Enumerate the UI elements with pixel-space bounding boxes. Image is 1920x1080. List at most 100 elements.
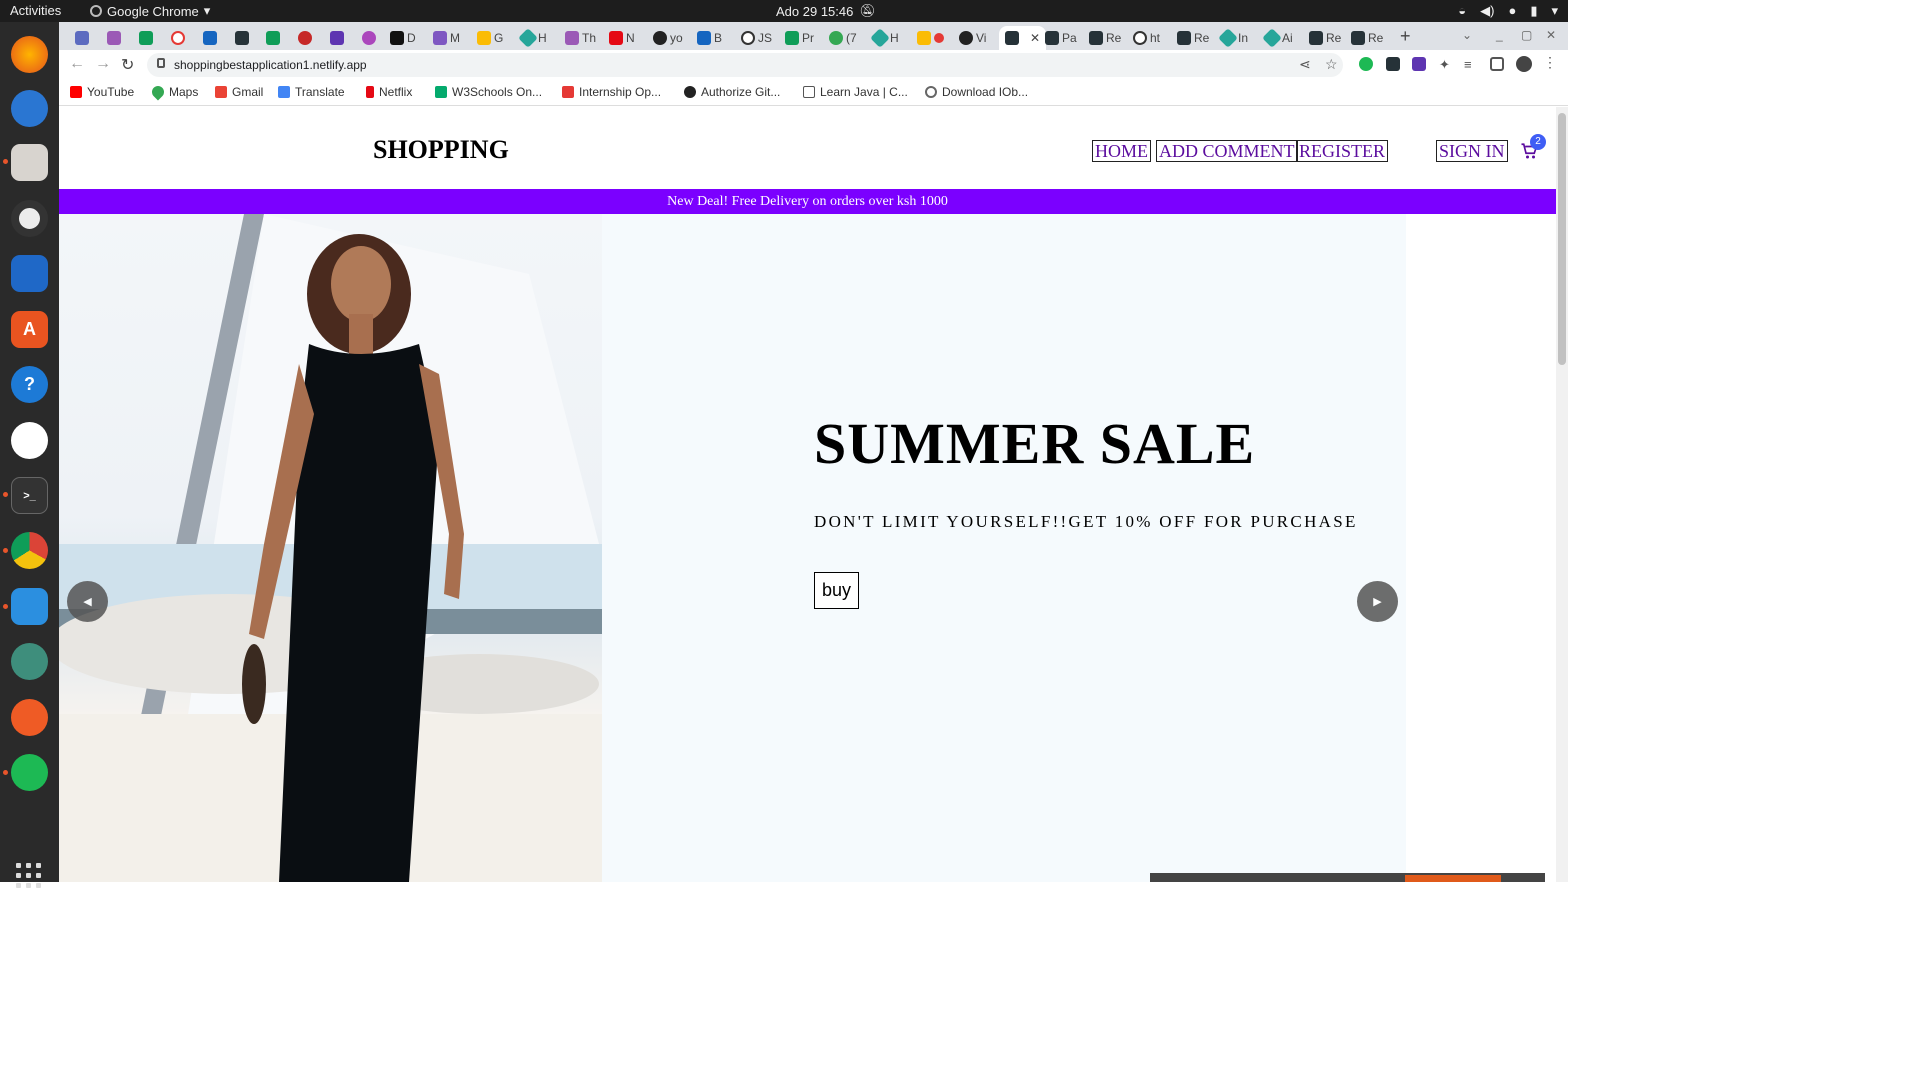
tab[interactable]: Re: [1089, 26, 1121, 50]
tab[interactable]: In: [1218, 26, 1248, 50]
reload-button[interactable]: ↻: [121, 55, 134, 75]
tab[interactable]: [203, 26, 217, 50]
software-center-icon[interactable]: A: [11, 311, 48, 348]
system-status-area[interactable]: ◒ ◀) ● ▮ ▾: [1458, 3, 1558, 19]
bookmark-gmail[interactable]: Gmail: [215, 85, 263, 99]
bookmark-maps[interactable]: Maps: [149, 83, 198, 101]
firefox-icon[interactable]: [11, 36, 48, 73]
writer-icon[interactable]: [11, 255, 48, 292]
tab[interactable]: Re: [1351, 26, 1383, 50]
tab[interactable]: B: [697, 26, 722, 50]
tab[interactable]: Re: [1177, 26, 1209, 50]
tab[interactable]: Ai: [1262, 26, 1293, 50]
bookmark-internship[interactable]: Internship Op...: [562, 85, 661, 99]
extension-icon[interactable]: [1412, 57, 1426, 71]
bookmark-youtube[interactable]: YouTube: [70, 85, 134, 99]
tab[interactable]: yo: [653, 26, 683, 50]
clock[interactable]: Ado 29 15:46 🔕︎: [776, 3, 876, 19]
url-text[interactable]: shoppingbestapplication1.netlify.app: [174, 58, 367, 72]
tab[interactable]: [75, 26, 89, 50]
tab-favicon-icon: [298, 31, 312, 45]
forward-button[interactable]: →: [95, 55, 111, 73]
files-icon[interactable]: [11, 144, 48, 181]
new-tab-button[interactable]: +: [1400, 26, 1411, 47]
rhythmbox-icon[interactable]: [11, 200, 48, 237]
lock-icon[interactable]: [157, 58, 165, 68]
tab[interactable]: [298, 26, 312, 50]
tab-favicon-icon: [75, 31, 89, 45]
activities-button[interactable]: Activities: [10, 3, 61, 18]
slider-next-button[interactable]: ▶: [1357, 581, 1398, 622]
tab-close-icon[interactable]: ✕: [1030, 31, 1040, 45]
maximize-button[interactable]: ▢: [1521, 28, 1532, 42]
tab[interactable]: D: [390, 26, 416, 50]
tab[interactable]: Pa: [1045, 26, 1077, 50]
nav-sign-in[interactable]: SIGN IN: [1436, 140, 1508, 162]
nav-add-comment[interactable]: ADD COMMENT: [1156, 140, 1298, 162]
profile-avatar[interactable]: [1516, 56, 1532, 72]
menu-kebab-icon[interactable]: ⋮: [1543, 54, 1557, 70]
tab[interactable]: N: [609, 26, 635, 50]
bookmark-learn-java[interactable]: Learn Java | C...: [803, 85, 908, 99]
page-scrollbar[interactable]: [1556, 107, 1568, 882]
reading-list-icon[interactable]: ≡: [1464, 57, 1478, 72]
tab[interactable]: [107, 26, 121, 50]
grammarly-extension-icon[interactable]: [1359, 57, 1373, 71]
tab[interactable]: [917, 26, 944, 50]
back-button[interactable]: ←: [69, 55, 85, 73]
address-bar[interactable]: shoppingbestapplication1.netlify.app ⋖ ☆: [147, 53, 1343, 77]
bookmark-download[interactable]: Download IOb...: [925, 85, 1028, 99]
nav-register[interactable]: REGISTER: [1296, 140, 1389, 162]
buy-button[interactable]: buy: [814, 572, 859, 609]
spotify-icon[interactable]: [11, 754, 48, 791]
side-panel-icon[interactable]: [1490, 57, 1504, 71]
tab-title: ht: [1150, 31, 1161, 45]
help-icon[interactable]: ?: [11, 366, 48, 403]
tab[interactable]: Vi: [959, 26, 986, 50]
bookmark-translate[interactable]: Translate: [278, 85, 345, 99]
tab-active[interactable]: ✕: [999, 26, 1047, 50]
share-icon[interactable]: ⋖: [1299, 56, 1311, 73]
vscode-icon[interactable]: [11, 588, 48, 625]
announcement-bar: New Deal! Free Delivery on orders over k…: [59, 189, 1556, 214]
slider-prev-button[interactable]: ◀: [67, 581, 108, 622]
minimize-button[interactable]: _: [1496, 28, 1503, 42]
site-logo[interactable]: SHOPPING: [373, 135, 509, 165]
slack-icon[interactable]: [11, 422, 48, 459]
scrollbar-thumb[interactable]: [1558, 113, 1566, 365]
postman-icon[interactable]: [11, 699, 48, 736]
tab[interactable]: M: [433, 26, 460, 50]
tab-favicon-icon: [829, 31, 843, 45]
tab[interactable]: [330, 26, 344, 50]
tab[interactable]: Re: [1309, 26, 1341, 50]
react-devtools-extension-icon[interactable]: [1386, 57, 1400, 71]
tab[interactable]: JS: [741, 26, 772, 50]
bookmark-star-icon[interactable]: ☆: [1325, 56, 1338, 73]
tab[interactable]: H: [870, 26, 899, 50]
tab[interactable]: Pr: [785, 26, 814, 50]
tab[interactable]: [266, 26, 280, 50]
tab[interactable]: [362, 26, 376, 50]
terminal-icon[interactable]: >_: [11, 477, 48, 514]
tab-favicon-icon: [266, 31, 280, 45]
bookmark-authorize-github[interactable]: Authorize Git...: [684, 85, 780, 99]
tab[interactable]: (7: [829, 26, 857, 50]
bookmark-netflix[interactable]: Netflix: [366, 85, 412, 99]
nav-home[interactable]: HOME: [1092, 140, 1151, 162]
atom-icon[interactable]: [11, 643, 48, 680]
tab[interactable]: H: [518, 26, 547, 50]
tab[interactable]: [235, 26, 249, 50]
tab[interactable]: [139, 26, 153, 50]
tab[interactable]: ht: [1133, 26, 1160, 50]
chrome-dock-icon[interactable]: [11, 532, 48, 569]
tab[interactable]: Th: [565, 26, 596, 50]
thunderbird-icon[interactable]: [11, 90, 48, 127]
close-window-button[interactable]: ✕: [1546, 28, 1556, 42]
app-menu[interactable]: Google Chrome ▾: [90, 3, 210, 19]
tab[interactable]: G: [477, 26, 503, 50]
show-applications-icon[interactable]: [16, 863, 42, 889]
tab-search-icon[interactable]: ⌄: [1462, 28, 1472, 42]
tab[interactable]: [171, 26, 185, 50]
puzzle-extensions-icon[interactable]: ✦: [1439, 57, 1453, 72]
bookmark-w3schools[interactable]: W3Schools On...: [435, 85, 542, 99]
